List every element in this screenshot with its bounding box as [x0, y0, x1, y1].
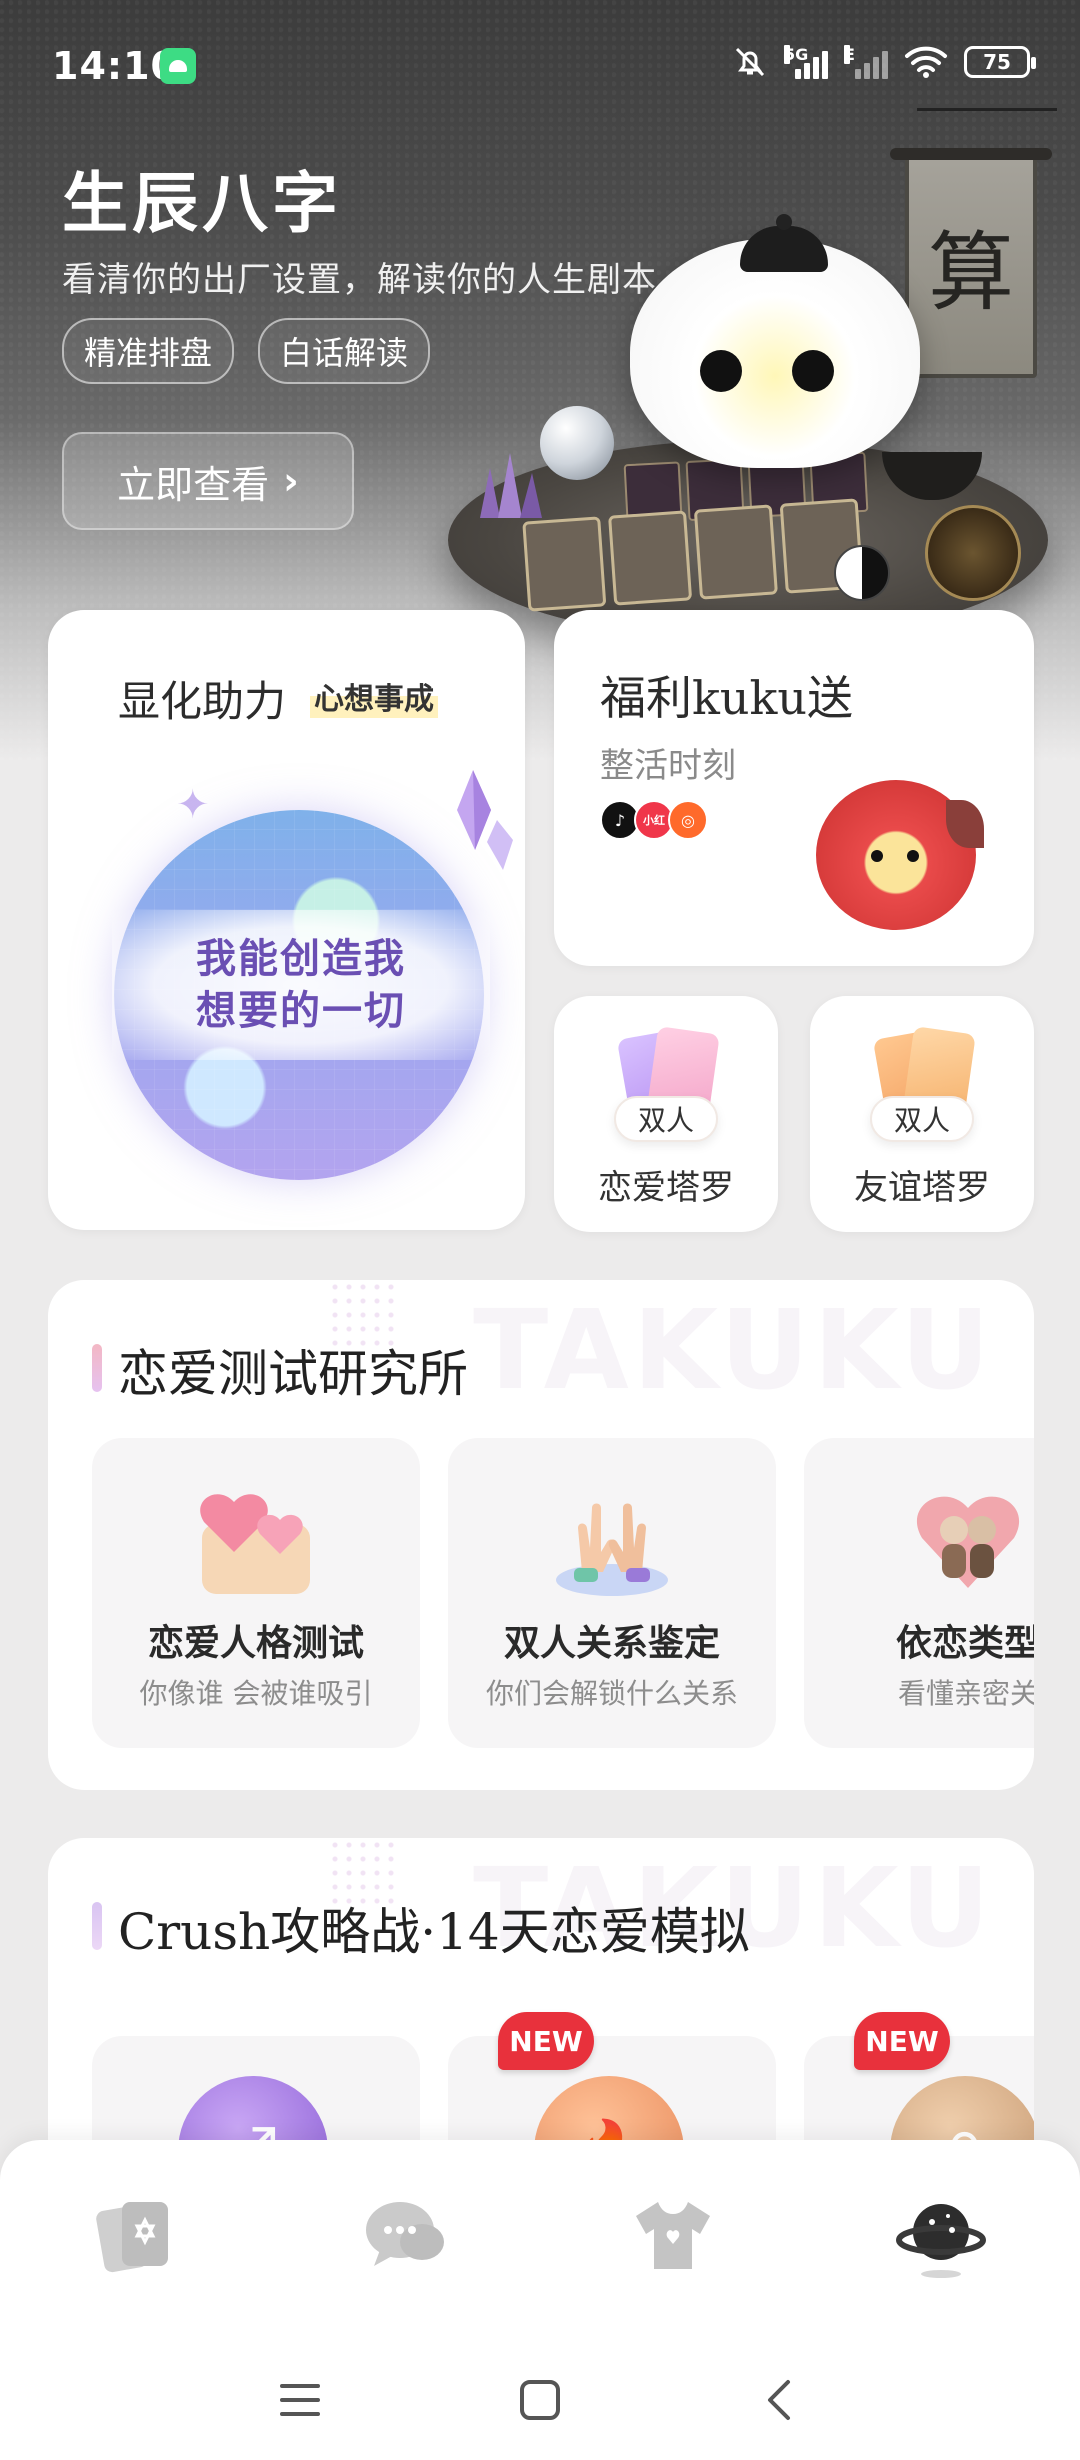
- calligraphy-scroll: 算: [905, 150, 1037, 378]
- high-five-hands-icon: [556, 1503, 668, 1596]
- test-subtitle: 看懂亲密关: [897, 1677, 1034, 1710]
- menu-icon[interactable]: [270, 2370, 330, 2430]
- manifest-affirmation: 我能创造我 想要的一切: [112, 910, 490, 1060]
- welfare-card[interactable]: 福利kuku送 整活时刻 ♪ 小红 ◎: [554, 610, 1034, 966]
- sparkle-icon: ✦: [176, 782, 210, 828]
- signal-5g-icon: 5G: [784, 45, 828, 79]
- test-title: 双人关系鉴定: [503, 1623, 720, 1664]
- system-navigation-bar: [0, 2330, 1080, 2460]
- test-subtitle: 你像谁 会被谁吸引: [139, 1677, 373, 1710]
- test-title: 依恋类型: [895, 1623, 1034, 1664]
- view-now-button[interactable]: 立即查看 ›: [62, 432, 354, 530]
- planet-icon[interactable]: [896, 2190, 986, 2280]
- mute-bell-icon: [735, 47, 765, 77]
- hero-title: 生辰八字: [62, 164, 342, 242]
- love-test-lab-section: TAKUKU 恋爱测试研究所 恋爱人格测试 你像谁 会被谁吸引 双人关系鉴定 你…: [48, 1280, 1034, 1790]
- section-title-bar: [92, 1344, 102, 1392]
- android-app-icon: [160, 48, 196, 84]
- platform-icons: ♪ 小红 ◎: [600, 800, 708, 840]
- test-card-love-personality[interactable]: 恋爱人格测试 你像谁 会被谁吸引: [92, 1438, 420, 1748]
- welfare-title: 福利kuku送: [600, 671, 853, 725]
- duo-badge: 双人: [614, 1096, 718, 1142]
- manifest-card[interactable]: 显化助力 心想事成 ✦ ✧ 我能创造我 想要的一切: [48, 610, 525, 1230]
- wifi-icon: [905, 46, 947, 78]
- test-card-attachment[interactable]: 依恋类型 看懂亲密关: [804, 1438, 1034, 1748]
- mascot-glasses: [700, 350, 850, 394]
- test-subtitle: 你们会解锁什么关系: [485, 1677, 738, 1710]
- back-chevron-icon[interactable]: [750, 2370, 810, 2430]
- section-title: Crush攻略战·14天恋爱模拟: [118, 1903, 750, 1961]
- new-badge: NEW: [498, 2012, 594, 2070]
- view-now-label: 立即查看: [117, 462, 270, 507]
- yin-yang-icon: [834, 545, 890, 601]
- tarot-cards-icon[interactable]: [92, 2190, 182, 2280]
- manifest-badge: 心想事成: [310, 674, 438, 718]
- compass-icon: [925, 505, 1021, 601]
- friend-tarot-label: 友谊塔罗: [854, 1168, 990, 1208]
- section-title: 恋爱测试研究所: [118, 1345, 468, 1403]
- hugging-figures-icon: [916, 1496, 1020, 1588]
- hero-subtitle: 看清你的出厂设置，解读你的人生剧本: [62, 260, 657, 300]
- kuaishou-icon: ◎: [668, 800, 708, 840]
- welfare-subtitle: 整活时刻: [600, 746, 736, 786]
- new-badge: NEW: [854, 2012, 950, 2070]
- love-tarot-card[interactable]: 双人 恋爱塔罗: [554, 996, 778, 1232]
- battery-level: 75: [983, 50, 1011, 74]
- duo-badge: 双人: [870, 1096, 974, 1142]
- affirmation-line-2: 想要的一切: [196, 987, 406, 1034]
- test-card-relationship[interactable]: 双人关系鉴定 你们会解锁什么关系: [448, 1438, 776, 1748]
- status-icons: 5G E 75: [732, 44, 1036, 80]
- hero-tag: 白话解读: [258, 318, 431, 384]
- scroll-rod: [890, 148, 1052, 160]
- mascot-hat: [740, 214, 828, 272]
- hero-tag: 精准排盘: [62, 318, 235, 384]
- affirmation-line-1: 我能创造我: [196, 935, 406, 982]
- network2-label: E: [844, 45, 855, 64]
- test-title: 恋爱人格测试: [147, 1623, 364, 1664]
- signal-e-icon: E: [844, 45, 888, 79]
- hero-tags: 精准排盘 白话解读: [62, 318, 431, 384]
- hearts-icon: [200, 1494, 310, 1594]
- purple-gem-icon: [457, 770, 513, 870]
- manifest-title: 显化助力: [118, 677, 287, 726]
- friendship-tarot-card[interactable]: 双人 友谊塔罗: [810, 996, 1034, 1232]
- tshirt-icon[interactable]: [628, 2190, 718, 2280]
- love-tarot-label: 恋爱塔罗: [598, 1168, 734, 1208]
- section-watermark: TAKUKU: [473, 1286, 994, 1414]
- bottom-tab-bar: [0, 2140, 1080, 2330]
- test-carousel[interactable]: 恋爱人格测试 你像谁 会被谁吸引 双人关系鉴定 你们会解锁什么关系 依恋类型 看…: [92, 1438, 1034, 1748]
- home-square-icon[interactable]: [510, 2370, 570, 2430]
- chevron-right-icon: ›: [283, 459, 299, 503]
- network-label: 5G: [784, 45, 809, 64]
- crystal-ball-icon: [540, 406, 614, 480]
- amethyst-crystal-icon: [480, 453, 542, 518]
- section-title-bar: [92, 1902, 102, 1950]
- battery-icon: 75: [964, 46, 1036, 78]
- chat-bubbles-icon[interactable]: [360, 2190, 450, 2280]
